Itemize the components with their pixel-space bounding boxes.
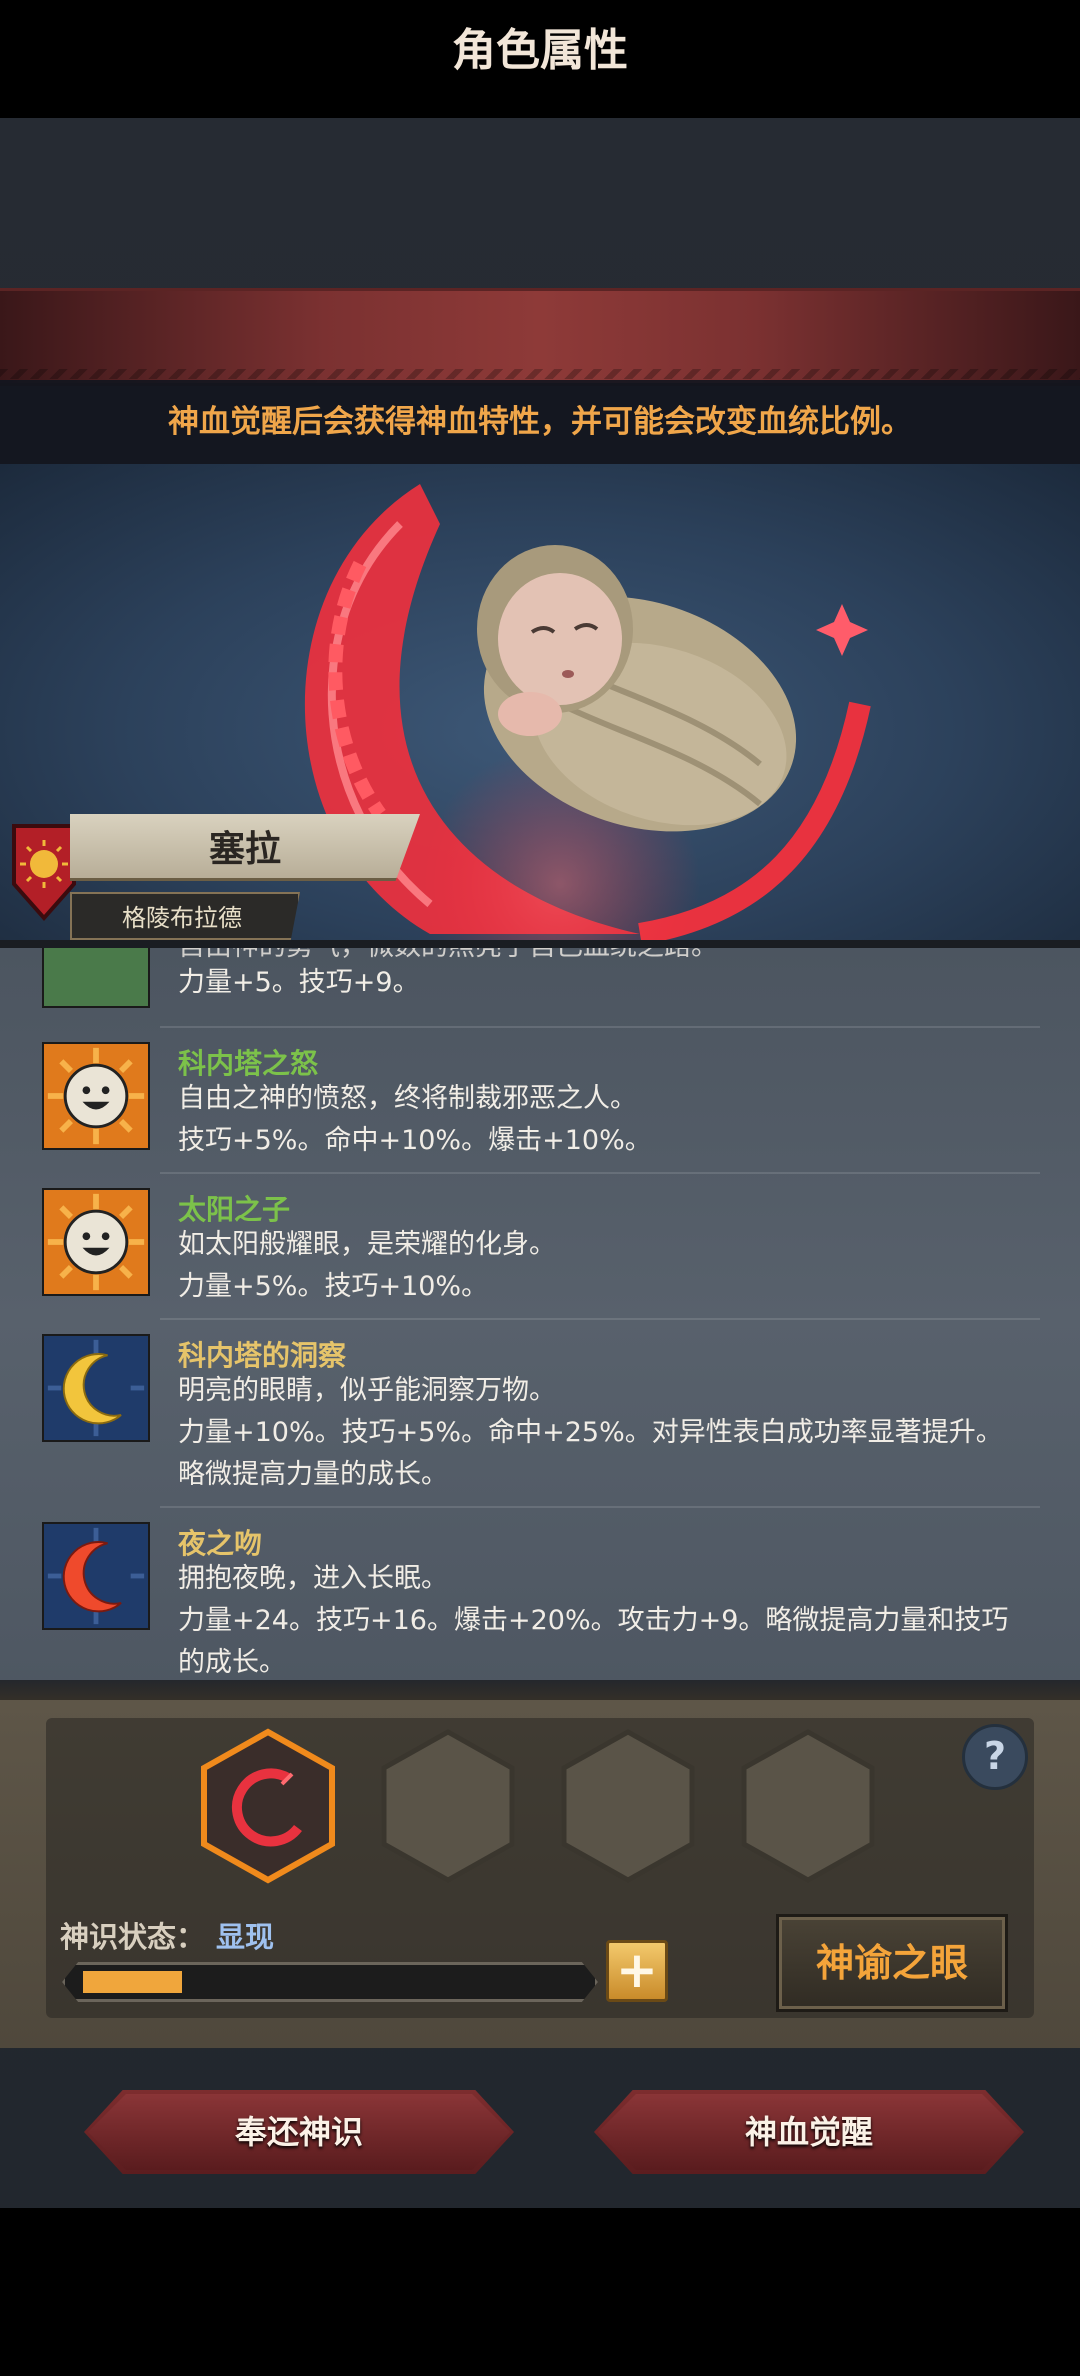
divine-slot-empty[interactable] [378,1728,518,1884]
divine-slot-empty[interactable] [558,1728,698,1884]
add-divine-button[interactable]: + [606,1940,668,2002]
trait-name: 夜之吻 [178,1527,263,1560]
sun-face-icon [42,1188,150,1296]
trait-desc: 自由之神的愤怒，终将制裁邪恶之人。 [178,1083,637,1114]
trait-separator [160,1318,1040,1320]
trait-effect: 力量+24。技巧+16。爆击+20%。攻击力+9。略微提高力量和技巧 [178,1605,1009,1636]
return-divine-button[interactable]: 奉还神识 [84,2090,514,2174]
trait-separator [160,1506,1040,1508]
trait-name: 太阳之子 [178,1193,291,1226]
divine-status-value: 显现 [216,1920,275,1954]
trait-growth: 略微提高力量的成长。 [178,1459,448,1490]
page-title: 角色属性 [452,25,628,76]
house-crest-icon [12,824,76,922]
title-bar [0,288,1080,386]
divine-progress-bar [62,1962,598,2002]
divine-status-label: 神识状态： [60,1920,206,1954]
title-pattern [0,369,1080,379]
character-house: 格陵布拉德 [122,904,242,932]
oracle-eye-button[interactable]: 神谕之眼 [776,1914,1008,2012]
crescent-moon-icon [42,1334,150,1442]
trait-effect: 力量+5。技巧+9。 [178,967,420,998]
trait-separator [160,1026,1040,1028]
sun-face-icon [42,1042,150,1150]
character-name: 塞拉 [208,829,281,870]
sparkle-star [816,604,868,656]
awakening-notice: 神血觉醒后会获得神血特性，并可能会改变血统比例。 [0,380,1080,464]
divine-slot-empty[interactable] [738,1728,878,1884]
trait-list[interactable]: 自由神的勇气，微数的照亮了自己血统之路。 力量+5。技巧+9。 科内塔之怒 自由… [0,948,1080,1688]
trait-separator [160,1172,1040,1174]
blood-awaken-label: 神血觉醒 [744,2113,873,2151]
divine-slot-active[interactable] [198,1728,338,1884]
trait-name: 科内塔的洞察 [178,1339,347,1372]
red-crescent-icon [42,1522,150,1630]
trait-effect: 力量+5%。技巧+10%。 [178,1271,489,1302]
trait-desc: 明亮的眼睛，似乎能洞察万物。 [178,1375,556,1406]
trait-name: 科内塔之怒 [178,1047,319,1080]
help-icon[interactable]: ? [962,1724,1028,1790]
trait-effect: 力量+10%。技巧+5%。命中+25%。对异性表白成功率显著提升。 [178,1417,1003,1448]
divine-progress-fill [83,1971,182,1993]
return-divine-label: 奉还神识 [234,2113,363,2151]
partial-trait-icon [42,948,150,1008]
trait-effect: 技巧+5%。命中+10%。爆击+10%。 [178,1125,652,1156]
blood-awaken-button[interactable]: 神血觉醒 [594,2090,1024,2174]
trait-desc: 如太阳般耀眼，是荣耀的化身。 [178,1229,556,1260]
list-bottom-border [0,1680,1080,1702]
bottom-bar [0,2208,1080,2376]
trait-desc: 拥抱夜晚，进入长眠。 [178,1563,448,1594]
trait-growth: 的成长。 [178,1647,286,1678]
